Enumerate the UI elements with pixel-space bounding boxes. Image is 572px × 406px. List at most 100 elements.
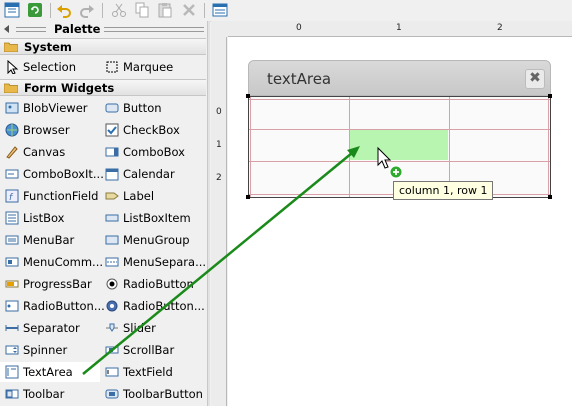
undo-icon[interactable]	[56, 2, 72, 18]
row-ruler-label: 2	[216, 173, 222, 183]
palette-item-textarea[interactable]: TextArea	[0, 362, 100, 382]
radiobutton-icon	[106, 278, 118, 290]
scrollbar-icon	[105, 346, 119, 354]
toolbar-separator	[102, 3, 103, 18]
group-label: Form Widgets	[24, 81, 115, 95]
grid-editor-icon[interactable]	[4, 2, 20, 18]
palette-item-toolbar[interactable]: Toolbar	[0, 384, 100, 404]
column-ruler: 0 1 2	[228, 21, 572, 37]
cut-icon[interactable]	[111, 2, 127, 18]
palette-item-browser[interactable]: Browser	[0, 120, 100, 140]
comboboxitem-icon	[5, 169, 19, 179]
palette-item-radiobutton[interactable]: RadioButton...	[100, 296, 205, 316]
palette-item-label[interactable]: Label	[100, 186, 200, 206]
row-ruler-label: 0	[216, 107, 222, 117]
grid-line	[250, 97, 251, 197]
palette-item-spinner[interactable]: Spinner	[0, 340, 100, 360]
listbox-icon	[5, 211, 19, 225]
blobviewer-icon	[5, 102, 19, 114]
column-ruler-label: 1	[396, 23, 402, 33]
palette-item-toolbarbutton[interactable]: ToolbarButton	[100, 384, 203, 404]
palette-item-button[interactable]: Button	[100, 98, 200, 118]
palette-item-radiobutton[interactable]: RadioButton	[100, 274, 200, 294]
resize-handle[interactable]	[246, 94, 250, 98]
palette-item-label: ScrollBar	[123, 343, 175, 357]
palette-item-functionfield[interactable]: f FunctionField	[0, 186, 100, 206]
layout-icon[interactable]	[212, 2, 228, 18]
canvas-icon	[6, 146, 18, 159]
palette-item-label: Calendar	[123, 167, 175, 181]
palette-item-label: ListBox	[23, 211, 65, 225]
palette-item-separator[interactable]: Separator	[0, 318, 100, 338]
paste-icon[interactable]	[157, 2, 173, 18]
palette-item-checkbox[interactable]: CheckBox	[100, 120, 200, 140]
radiobuttongroup-icon	[5, 300, 19, 312]
palette-item-label: Slider	[123, 321, 156, 335]
palette-item-slider[interactable]: Slider	[100, 318, 200, 338]
palette-item-radiobutton[interactable]: RadioButton...	[0, 296, 105, 316]
highlighted-cell	[350, 130, 448, 160]
palette-item-label: FunctionField	[23, 189, 99, 203]
toolbarbutton-icon	[105, 389, 119, 399]
palette-item-listboxitem[interactable]: ListBoxItem	[100, 208, 200, 228]
grid-line	[249, 99, 550, 100]
palette-item-label: Label	[123, 189, 155, 203]
redo-icon[interactable]	[79, 2, 95, 18]
marquee-icon	[106, 61, 118, 73]
textarea-widget[interactable]: textArea ✖	[246, 60, 553, 199]
palette-item-menugroup[interactable]: MenuGroup	[100, 230, 200, 250]
toolbar-separator	[204, 3, 205, 18]
close-icon[interactable]: ✖	[525, 69, 545, 89]
widget-title-bar[interactable]: textArea ✖	[248, 60, 551, 96]
palette-item-marquee[interactable]: Marquee	[100, 57, 200, 77]
palette-item-combobox[interactable]: ComboBox	[100, 142, 200, 162]
separator-icon	[5, 325, 19, 331]
toolbar-icon	[5, 389, 19, 399]
button-icon	[105, 103, 119, 113]
palette-item-textfield[interactable]: TextField	[100, 362, 200, 382]
palette-item-label: Toolbar	[23, 387, 65, 401]
grip-icon	[16, 27, 46, 32]
toolbar	[0, 0, 572, 22]
panel-divider[interactable]	[207, 21, 210, 406]
palette-item-progressbar[interactable]: ProgressBar	[0, 274, 100, 294]
refresh-icon[interactable]	[27, 2, 43, 18]
palette-item-label: ListBoxItem	[123, 211, 191, 225]
palette-item-menubar[interactable]: MenuBar	[0, 230, 100, 250]
palette-item-label: RadioButton...	[123, 299, 205, 313]
palette-item-blobviewer[interactable]: BlobViewer	[0, 98, 100, 118]
palette-group-system[interactable]: System	[0, 38, 206, 55]
grip-icon	[104, 27, 204, 32]
palette-item-menucomm[interactable]: MenuComm...	[0, 252, 104, 272]
palette-item-label: MenuSepara...	[123, 255, 207, 269]
cell-tooltip: column 1, row 1	[393, 181, 494, 200]
resize-handle[interactable]	[548, 94, 552, 98]
palette-item-label: Browser	[23, 123, 70, 137]
delete-icon[interactable]	[181, 2, 197, 18]
palette-item-label: TextArea	[23, 365, 73, 379]
group-label: System	[24, 40, 72, 54]
spinner-icon	[5, 345, 19, 355]
palette-item-comboboxit[interactable]: ComboBoxIt...	[0, 164, 104, 184]
palette-item-listbox[interactable]: ListBox	[0, 208, 100, 228]
widget-title: textArea	[267, 70, 332, 88]
palette-item-menusepara[interactable]: MenuSepara...	[100, 252, 206, 272]
palette-item-label: MenuComm...	[23, 255, 104, 269]
grid-line	[249, 129, 550, 130]
row-ruler: 0 1 2	[211, 37, 227, 406]
palette-item-label: RadioButton...	[23, 299, 105, 313]
palette-item-scrollbar[interactable]: ScrollBar	[100, 340, 200, 360]
collapse-arrow-icon[interactable]	[4, 25, 9, 33]
folder-icon	[4, 83, 18, 93]
palette-item-label: RadioButton	[123, 277, 194, 291]
resize-handle[interactable]	[548, 195, 552, 199]
palette-item-label: BlobViewer	[23, 101, 88, 115]
palette-item-selection[interactable]: Selection	[0, 57, 100, 77]
resize-handle[interactable]	[246, 195, 250, 199]
palette-group-form-widgets[interactable]: Form Widgets	[0, 79, 206, 96]
copy-icon[interactable]	[134, 2, 150, 18]
palette-item-canvas[interactable]: Canvas	[0, 142, 100, 162]
folder-icon	[4, 42, 18, 52]
palette-item-calendar[interactable]: Calendar	[100, 164, 200, 184]
palette-item-label: MenuGroup	[123, 233, 190, 247]
